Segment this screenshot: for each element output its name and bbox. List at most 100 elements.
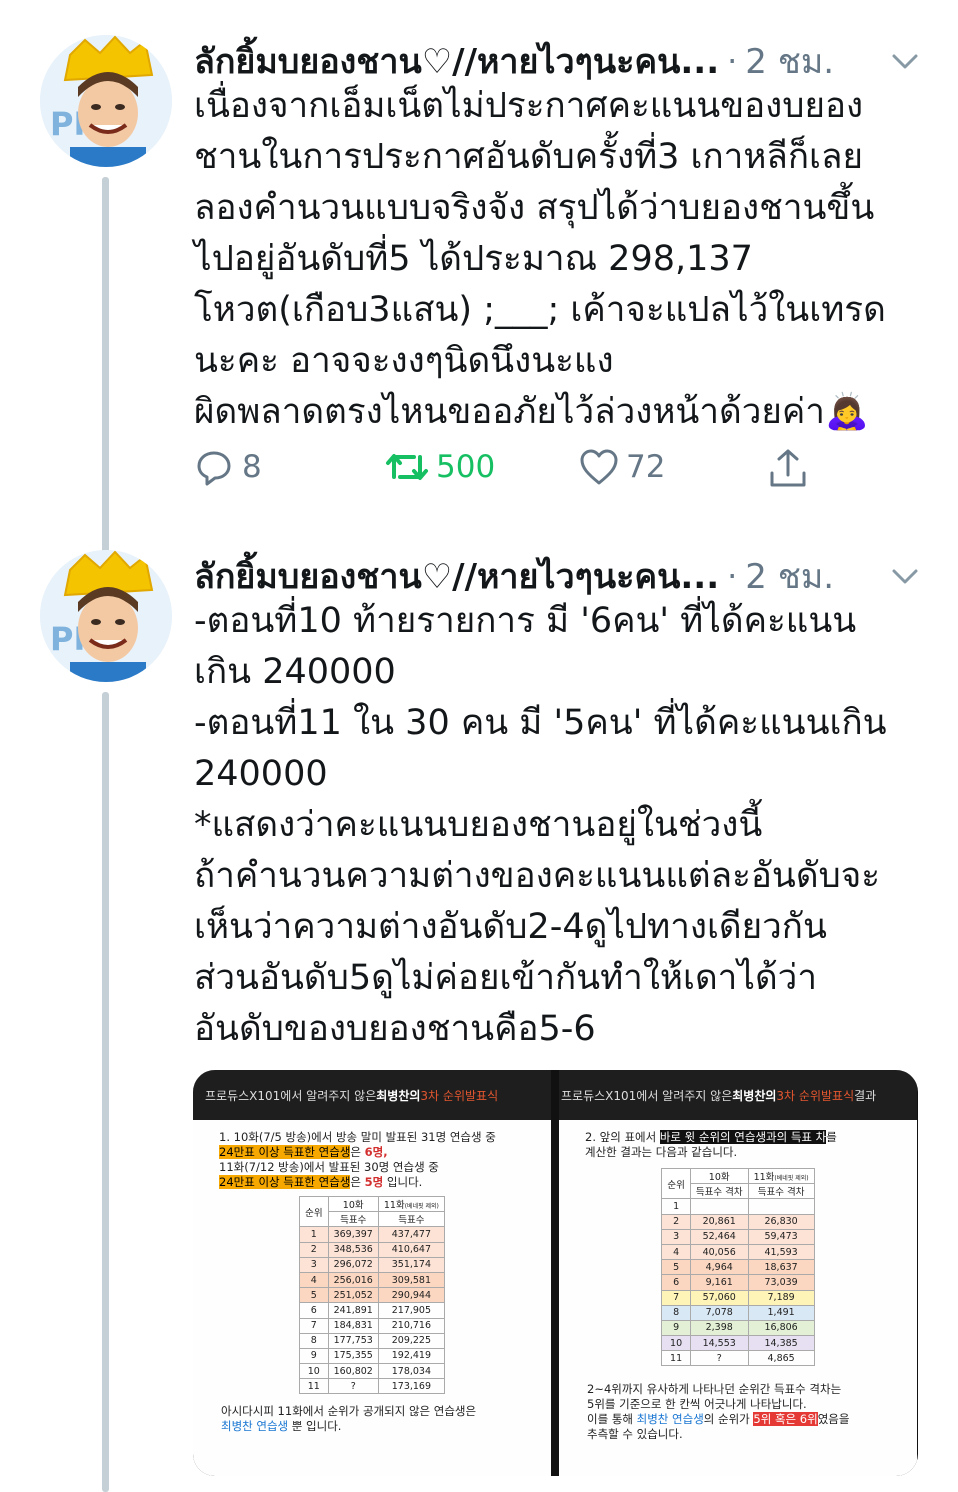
highlight-text: 24만표 이상 득표한 연습생	[219, 1145, 351, 1159]
table-cell: 7,078	[689, 1304, 749, 1321]
slide-note: 2~4위까지 유사하게 나타나던 순위간 득표수 격차는 5위를 기준으로 한 …	[559, 1366, 917, 1442]
table-cell: 351,174	[377, 1256, 445, 1273]
table-cell: 437,477	[377, 1226, 445, 1243]
table-row: 9 2,398 16,806	[661, 1319, 815, 1337]
tweet-text: -ตอนที่10 ท้ายรายการ มี '6คน' ที่ได้คะแน…	[194, 596, 934, 1055]
slide-line: 추측할 수 있습니다.	[587, 1427, 683, 1442]
table-cell: 3	[299, 1256, 329, 1273]
tweet-1[interactable]: PRO ลักยิ้มบยองชาน♡//หายไวๆนะคน... · 2 ช…	[0, 35, 958, 573]
display-name[interactable]: ลักยิ้มบยองชาน♡//หายไวๆนะคน...	[194, 549, 719, 603]
avatar-image-icon: PRO	[40, 35, 172, 167]
reply-icon	[197, 451, 231, 486]
table-cell: 59,473	[747, 1228, 815, 1245]
table-row: 11? 173,169	[299, 1378, 445, 1395]
like-count: 72	[626, 449, 666, 485]
table-cell	[689, 1198, 749, 1215]
table-row: 1 369,397 437,477	[299, 1226, 445, 1243]
slide-text: 은	[350, 1175, 365, 1189]
highlight-text: 5위 혹은 6위	[753, 1412, 818, 1427]
tweet-text-line: ส่วนอันดับ5ดูไม่ค่อยเข้ากันทำให้เดาได้ว่…	[194, 958, 817, 998]
tweet-text-line: ไปอยู่อันดับที่5 ได้ประมาณ 298,137	[194, 239, 753, 279]
table-row: 10 160,802 178,034	[299, 1363, 445, 1380]
tweet-header: ลักยิ้มบยองชาน♡//หายไวๆนะคน... · 2 ชม.	[194, 35, 834, 87]
table-cell: 2,398	[689, 1319, 749, 1337]
tweet-text-line: เห็นว่าความต่างอันดับ2-4ดูไปทางเดียวกัน	[194, 907, 827, 947]
table-cell: 217,905	[377, 1302, 445, 1319]
table-cell: 369,397	[327, 1226, 379, 1243]
table-cell: 18,637	[747, 1259, 815, 1276]
slide-text: 였음을	[817, 1412, 850, 1427]
table-row: 1	[661, 1198, 815, 1215]
media-image-1[interactable]: 프로듀스X101에서 알려주지 않은 최병찬의 3차 순위발표식 1. 10화(…	[193, 1070, 551, 1476]
reply-button[interactable]: 8	[194, 447, 262, 487]
col-header-note: (베네핏 제외)	[404, 1203, 439, 1211]
retweet-icon	[386, 454, 428, 480]
table-row: 2 348,536 410,647	[299, 1241, 445, 1258]
table-row: 7 184,831 210,716	[299, 1317, 445, 1334]
slide-line: 최병찬 연습생 뿐 입니다.	[221, 1419, 537, 1434]
slide-text: 입니다.	[383, 1175, 423, 1189]
separator-dot: ·	[727, 42, 738, 80]
col-header: 11화(베네핏 제외)	[747, 1167, 815, 1185]
avatar[interactable]: PRO	[40, 35, 172, 167]
col-header: 10화	[689, 1167, 749, 1185]
table-cell: 10	[661, 1335, 691, 1352]
col-header-note: (베네핏 제외)	[774, 1175, 809, 1183]
thread-line	[102, 177, 109, 573]
slide-header-highlight: 3차 순위발표식	[420, 1088, 499, 1103]
chevron-down-icon[interactable]	[890, 47, 920, 77]
table-cell: 309,581	[377, 1271, 445, 1289]
table-cell: 8	[299, 1332, 329, 1349]
table-cell: 6	[661, 1274, 691, 1291]
table-cell: 41,593	[747, 1243, 815, 1261]
col-subheader: 득표수 격차	[747, 1183, 815, 1200]
tweet-text-line: -ตอนที่11 ใน 30 คน มี '5คน' ที่ได้คะแนนเ…	[194, 703, 887, 743]
share-button[interactable]	[766, 447, 810, 491]
table-row: 6 9,161 73,039	[661, 1274, 815, 1291]
display-name[interactable]: ลักยิ้มบยองชาน♡//หายไวๆนะคน...	[194, 34, 719, 88]
media-image-2[interactable]: 프로듀스X101에서 알려주지 않은 최병찬의 3차 순위발표식 결과 2. 앞…	[559, 1070, 917, 1476]
table-cell: 9,161	[689, 1274, 749, 1291]
table-cell: 210,716	[377, 1317, 445, 1334]
slide-line: 2. 앞의 표에서 바로 윗 순위의 연습생과의 득표 차를	[585, 1130, 907, 1145]
table-cell: 241,891	[327, 1302, 379, 1319]
col-subheader: 득표수	[327, 1211, 379, 1228]
table-cell: 209,225	[377, 1332, 445, 1349]
table-cell: 20,861	[689, 1213, 749, 1230]
table-cell: 177,753	[327, 1332, 379, 1349]
slide-line: 11화(7/12 방송)에서 발표된 30명 연습생 중	[219, 1160, 439, 1174]
table-cell: 175,355	[327, 1347, 379, 1365]
table-cell: 178,034	[377, 1363, 445, 1380]
slide-header-text: 프로듀스X101에서 알려주지 않은	[205, 1088, 377, 1103]
table-cell: 5	[299, 1287, 329, 1304]
table-row: 11? 4,865	[661, 1350, 815, 1367]
count-text: 6명,	[364, 1145, 388, 1159]
table-cell: 1	[299, 1226, 329, 1243]
col-header: 순위	[299, 1195, 329, 1228]
avatar[interactable]: PRO	[40, 550, 172, 682]
slide-text: 이를 통해	[587, 1412, 637, 1427]
tweet-header: ลักยิ้มบยองชาน♡//หายไวๆนะคน... · 2 ชม.	[194, 550, 834, 602]
tweet-actions: 8 500 72	[194, 447, 834, 497]
share-icon	[770, 449, 806, 487]
timestamp[interactable]: 2 ชม.	[745, 549, 834, 603]
like-button[interactable]: 72	[578, 447, 665, 487]
tweet-text-line: -ตอนที่10 ท้ายรายการ มี '6คน' ที่ได้คะแน…	[194, 601, 857, 641]
chevron-down-icon[interactable]	[890, 562, 920, 592]
retweet-button[interactable]: 500	[384, 447, 495, 487]
slide-line: 24만표 이상 득표한 연습생은 5명 입니다.	[219, 1175, 541, 1190]
table-cell: 173,169	[377, 1378, 445, 1395]
table-row: 10 14,553 14,385	[661, 1335, 815, 1352]
table-cell: 2	[661, 1213, 691, 1230]
timestamp[interactable]: 2 ชม.	[745, 34, 834, 88]
slide-text: 의 순위가	[703, 1412, 754, 1427]
col-header: 10화	[327, 1195, 379, 1213]
table-cell: 11	[299, 1378, 329, 1395]
tweet-media[interactable]: 프로듀스X101에서 알려주지 않은 최병찬의 3차 순위발표식 1. 10화(…	[193, 1070, 918, 1476]
tweet-text-line: ผิดพลาดตรงไหนขออภัยไว้ล่วงหน้าด้วยค่า🙇‍♀…	[194, 392, 869, 432]
votes-table: 순위 10화 11화(베네핏 제외) 득표수 득표수 1 369,397 437,4…	[299, 1195, 445, 1395]
table-row: 8 177,753 209,225	[299, 1332, 445, 1349]
slide-header-name: 최병찬의	[376, 1088, 421, 1103]
table-cell: 296,072	[327, 1256, 379, 1273]
tweet-text-line: เกิน 240000	[194, 652, 396, 692]
